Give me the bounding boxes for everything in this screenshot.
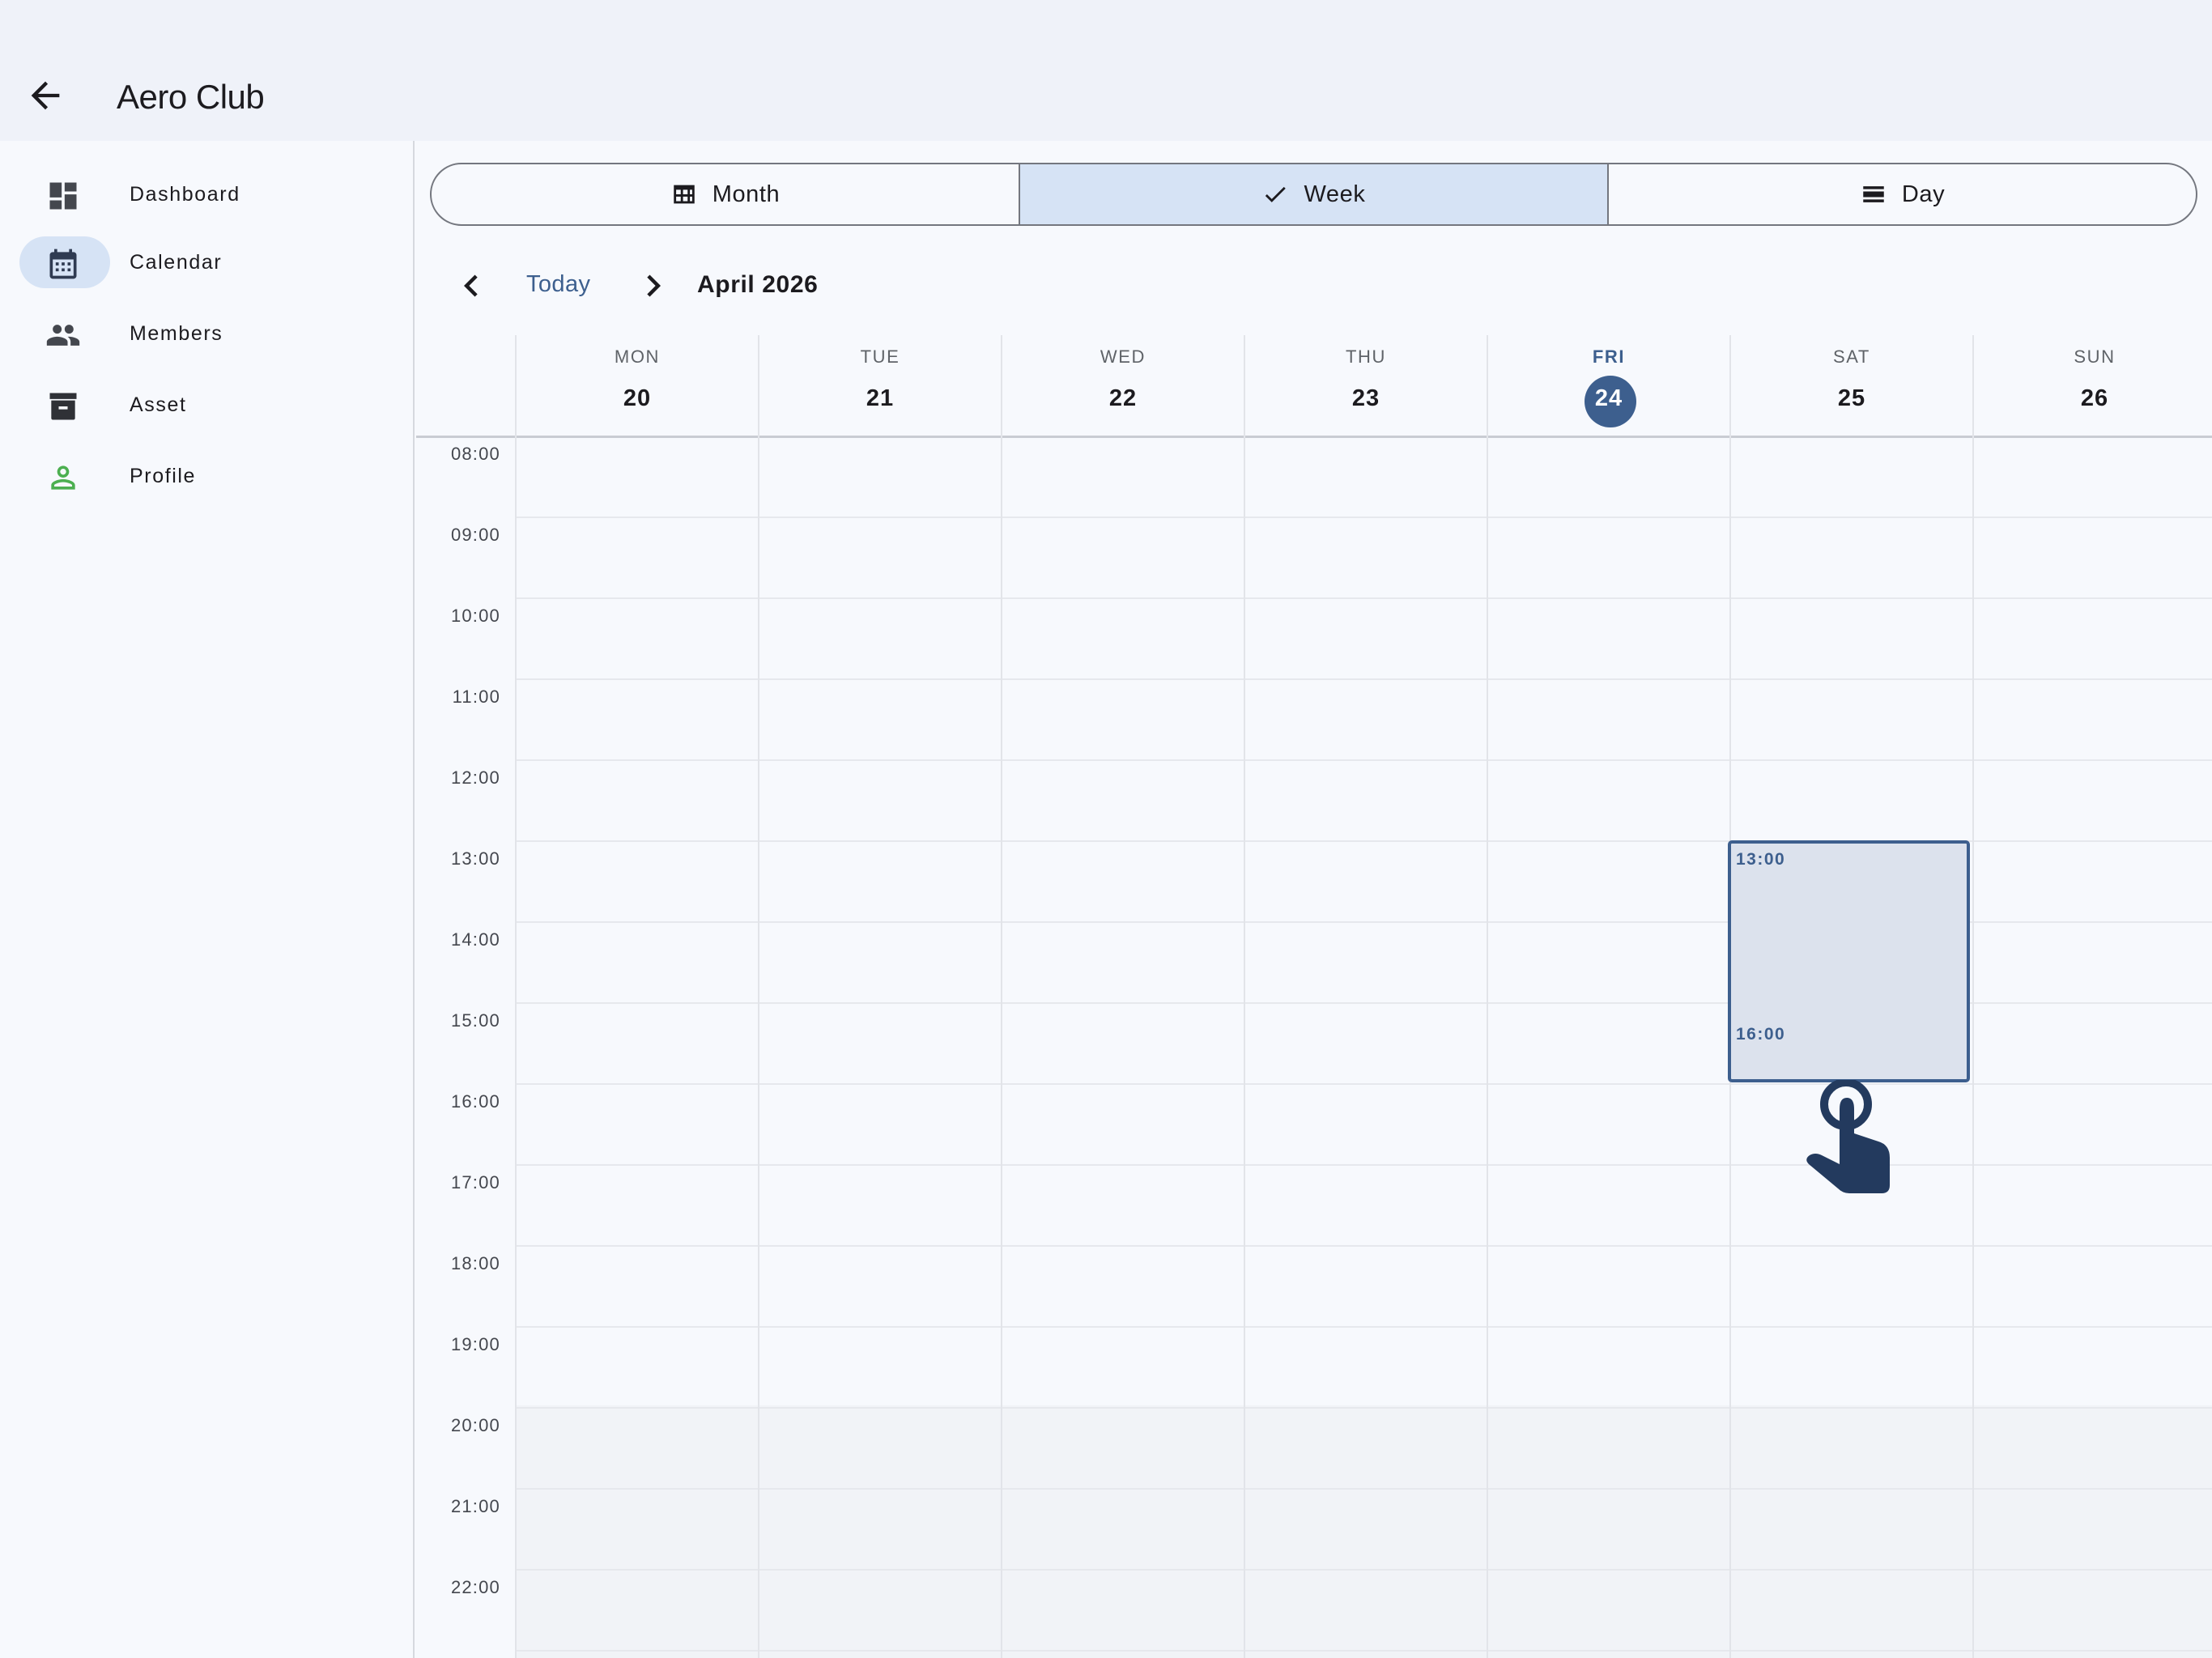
hour-label: 19:00 [450,1334,500,1354]
day-number: 23 [1351,385,1380,411]
check-icon [1266,186,1287,202]
sidebar-item-asset[interactable]: Asset [0,379,415,436]
hour-divider [515,1326,2212,1328]
month-view-label: Month [712,181,781,207]
hour-divider [515,1245,2212,1247]
week-view-button[interactable]: Week [1019,164,1607,224]
day-header-sat[interactable]: SAT 25 [1729,335,1972,436]
day-number: 24 [1594,385,1623,411]
day-of-week: FRI [1592,346,1626,367]
back-arrow-icon[interactable] [24,74,66,117]
hour-label: 13:00 [450,848,500,869]
day-column-divider [1001,436,1002,1658]
day-number: 20 [623,385,652,411]
hour-label: 18:00 [450,1253,500,1273]
period-label: April 2026 [697,271,819,298]
evening-shading [515,1405,2212,1658]
hour-divider [515,1650,2212,1652]
hour-divider [515,759,2212,761]
day-number: 25 [1837,385,1866,411]
week-view-label: Week [1304,181,1366,207]
week-header: MON 20 TUE 21 WED 22 THU 23 FRI 24 SAT 2… [416,335,2212,438]
sidebar-nav: Dashboard Calendar Members Asset Profile [0,141,415,1658]
selection-start-time: 13:00 [1736,850,1786,869]
tap-hand-icon [1804,1078,1898,1195]
calendar-navigation: Today April 2026 [445,257,1417,314]
hour-label: 10:00 [450,606,500,626]
hour-label: 15:00 [450,1010,500,1031]
dashboard-icon [45,178,81,214]
hour-label: 17:00 [450,1172,500,1192]
sidebar-item-profile[interactable]: Profile [0,450,415,507]
day-number: 26 [2080,385,2109,411]
chevron-left-icon[interactable] [449,264,493,308]
day-header-mon[interactable]: MON 20 [515,335,758,436]
day-column-divider [1972,436,1974,1658]
sidebar-item-label: Profile [130,465,197,487]
hour-label: 22:00 [450,1577,500,1597]
day-header-tue[interactable]: TUE 21 [758,335,1001,436]
sidebar-item-label: Asset [130,393,187,416]
day-column-divider [758,436,759,1658]
day-of-week: THU [1345,346,1386,367]
grid-table-icon [673,185,695,204]
sidebar-item-label: Calendar [130,251,223,274]
hour-label: 12:00 [450,767,500,788]
day-number: 21 [866,385,895,411]
day-view-icon [1863,186,1884,202]
view-segmented-control: Month Week Day [430,163,2197,226]
hour-divider [515,678,2212,680]
hour-label: 11:00 [452,687,500,707]
day-of-week: TUE [860,346,900,367]
hour-divider [515,1569,2212,1571]
hour-label: 20:00 [450,1415,500,1435]
hour-label: 16:00 [450,1091,500,1112]
sidebar-item-label: Dashboard [130,183,240,206]
hour-label: 09:00 [450,525,500,545]
hour-divider [515,1407,2212,1409]
day-of-week: SAT [1833,346,1870,367]
top-app-bar: Aero Club [0,0,2212,141]
month-view-button[interactable]: Month [432,164,1019,224]
hour-divider [515,517,2212,518]
hour-label: 14:00 [450,929,500,950]
sidebar-item-members[interactable]: Members [0,308,415,364]
day-view-button[interactable]: Day [1607,164,2196,224]
day-view-label: Day [1901,181,1946,207]
day-of-week: WED [1100,346,1146,367]
day-column-divider [1487,436,1488,1658]
hour-label: 21:00 [450,1496,500,1516]
app-title: Aero Club [117,78,265,116]
calendar-icon [45,246,81,282]
day-column-divider [1244,436,1245,1658]
hour-divider [515,1488,2212,1490]
person-icon [45,460,81,495]
day-column-divider [515,436,517,1658]
day-of-week: SUN [2074,346,2116,367]
hour-divider [515,597,2212,599]
day-header-sun[interactable]: SUN 26 [1972,335,2212,436]
sidebar-item-calendar[interactable]: Calendar [0,236,415,293]
day-header-thu[interactable]: THU 23 [1244,335,1487,436]
day-number: 22 [1108,385,1138,411]
today-button[interactable]: Today [526,271,590,298]
group-icon [45,317,81,353]
day-of-week: MON [614,346,661,367]
hour-label: 08:00 [450,444,500,464]
selected-time-range[interactable]: 13:00 16:00 [1728,840,1970,1082]
selection-end-time: 16:00 [1736,1025,1786,1044]
hour-divider [515,1164,2212,1166]
chevron-right-icon[interactable] [632,264,675,308]
day-header-wed[interactable]: WED 22 [1001,335,1244,436]
archive-icon [45,389,81,424]
sidebar-item-label: Members [130,322,223,345]
hour-divider [515,1083,2212,1085]
day-header-fri[interactable]: FRI 24 [1487,335,1729,436]
sidebar-item-dashboard[interactable]: Dashboard [0,168,415,225]
